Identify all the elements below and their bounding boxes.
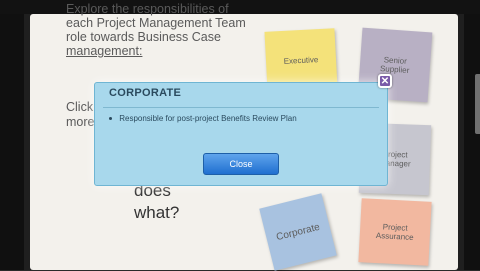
click-line: Click [66,100,94,114]
dialog-bullet: Responsible for post-project Benefits Re… [109,114,297,123]
note-label: Corporate [275,221,321,243]
close-button[interactable]: Close [203,153,279,175]
click-instruction: Click more [66,100,94,130]
dialog-title: CORPORATE [109,87,182,99]
question-text: does what? [134,180,179,224]
intro-line: role towards Business Case [66,30,221,44]
question-line: what? [134,203,180,222]
note-label: Project Assurance [375,222,414,242]
right-panel [464,14,480,270]
left-panel [0,14,24,270]
note-project-assurance[interactable]: Project Assurance [358,198,432,266]
intro-line: each Project Management Team [66,16,246,30]
scroll-handle[interactable] [475,74,480,134]
close-icon[interactable]: ✕ [378,74,392,88]
note-label: Senior Supplier [379,55,410,76]
note-corporate[interactable]: Corporate [259,193,337,271]
intro-line: management: [66,44,143,58]
bullet-text: Responsible for post-project Benefits Re… [119,114,297,123]
click-line: more [66,115,95,129]
corporate-dialog: CORPORATE Responsible for post-project B… [94,82,388,186]
intro-line: Explore the responsibilities of [66,2,229,16]
dialog-divider [103,107,379,108]
app-window: Explore the responsibilities of each Pro… [0,0,480,271]
note-label: Executive [283,54,319,66]
intro-text: Explore the responsibilities of each Pro… [66,2,286,58]
bullet-icon [109,117,112,121]
